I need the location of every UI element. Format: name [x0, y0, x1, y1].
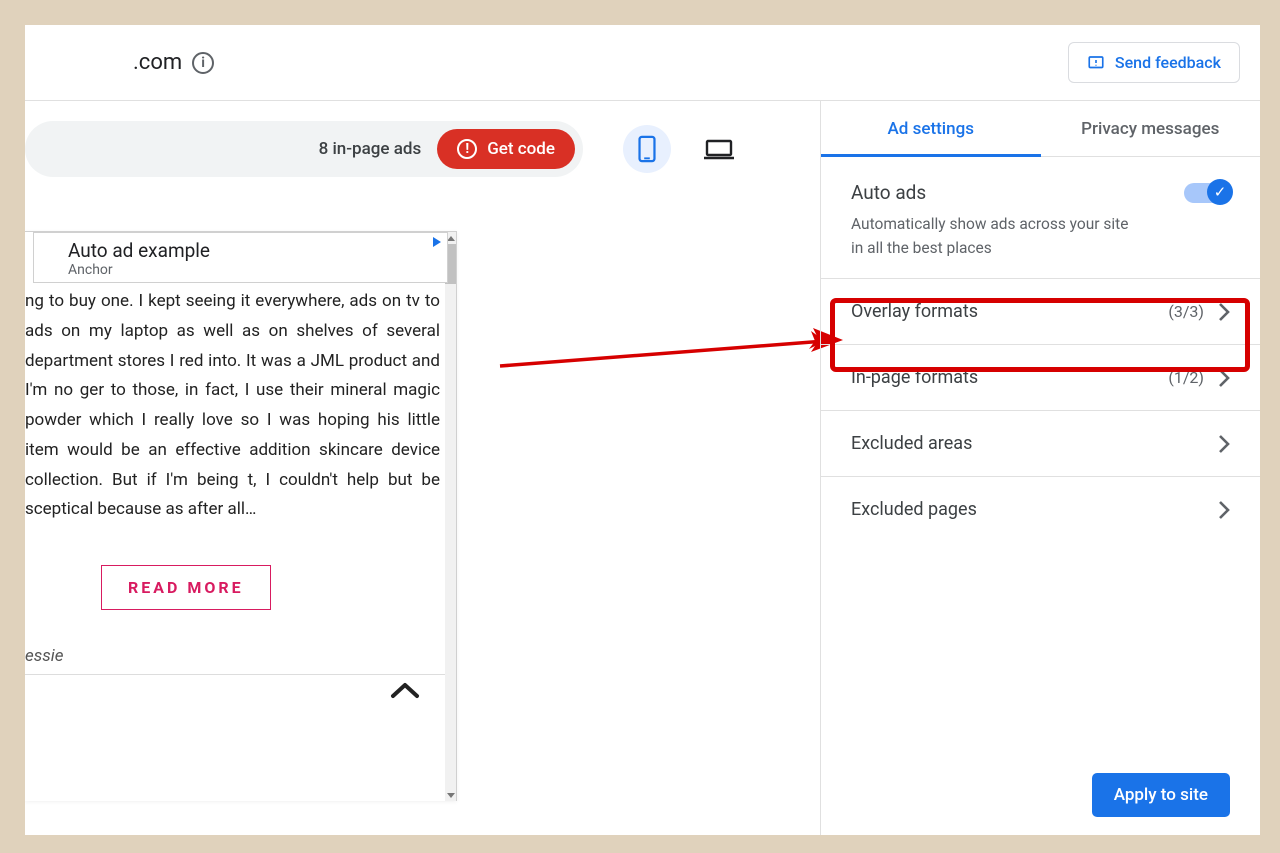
send-feedback-label: Send feedback — [1115, 53, 1221, 72]
mobile-icon — [636, 135, 658, 163]
desktop-device-button[interactable] — [695, 125, 743, 173]
chevron-right-icon — [1218, 302, 1230, 322]
read-more-button[interactable]: READ MORE — [101, 565, 271, 610]
inpage-formats-label: In-page formats — [851, 367, 978, 388]
auto-ads-description: Automatically show ads across your site … — [851, 212, 1141, 260]
get-code-button[interactable]: ! Get code — [437, 129, 575, 169]
settings-panel: Ad settings Privacy messages Auto ads Au… — [820, 101, 1260, 835]
auto-ads-title: Auto ads — [851, 181, 1141, 204]
annotation-arrow — [495, 326, 855, 376]
auto-ads-row: Auto ads Automatically show ads across y… — [821, 157, 1260, 278]
auto-ad-card: Auto ad example Anchor — [33, 232, 448, 283]
settings-tabs: Ad settings Privacy messages — [821, 101, 1260, 157]
inpage-ads-count: 8 in-page ads — [319, 139, 422, 159]
mobile-preview-frame: Auto ad example Anchor ng to buy one. I … — [25, 231, 457, 801]
chevron-right-icon — [1218, 500, 1230, 520]
header-bar: .com i Send feedback — [25, 25, 1260, 101]
auto-ads-toggle[interactable]: ✓ — [1184, 183, 1230, 203]
app-window: .com i Send feedback 8 in-page ads ! Get… — [25, 25, 1260, 835]
chevron-right-icon — [1218, 434, 1230, 454]
tab-privacy-messages[interactable]: Privacy messages — [1041, 101, 1261, 156]
scroll-top-button[interactable] — [390, 673, 420, 706]
device-toggle — [623, 125, 743, 173]
tab-ad-settings[interactable]: Ad settings — [821, 101, 1041, 156]
preview-scrollbar[interactable] — [445, 232, 456, 801]
get-code-label: Get code — [487, 139, 555, 159]
alert-icon: ! — [457, 139, 477, 159]
overlay-formats-item[interactable]: Overlay formats (3/3) — [821, 278, 1260, 344]
site-name: .com i — [133, 50, 214, 75]
apply-to-site-button[interactable]: Apply to site — [1092, 773, 1230, 817]
feedback-icon — [1087, 54, 1105, 72]
inpage-formats-count: (1/2) — [1168, 368, 1204, 387]
overlay-formats-count: (3/3) — [1168, 302, 1204, 321]
info-icon[interactable]: i — [192, 52, 214, 74]
article-author: essie — [25, 646, 456, 666]
mobile-device-button[interactable] — [623, 125, 671, 173]
excluded-areas-item[interactable]: Excluded areas — [821, 410, 1260, 476]
excluded-pages-item[interactable]: Excluded pages — [821, 476, 1260, 542]
ad-example-subtitle: Anchor — [68, 262, 437, 278]
toggle-knob-check-icon: ✓ — [1207, 179, 1233, 205]
excluded-areas-label: Excluded areas — [851, 433, 972, 454]
chevron-up-icon — [390, 681, 420, 699]
main-area: 8 in-page ads ! Get code — [25, 101, 1260, 835]
inpage-formats-item[interactable]: In-page formats (1/2) — [821, 344, 1260, 410]
desktop-icon — [704, 138, 734, 160]
excluded-pages-label: Excluded pages — [851, 499, 977, 520]
chevron-right-icon — [1218, 368, 1230, 388]
article-text: ng to buy one. I kept seeing it everywhe… — [25, 287, 456, 525]
apply-row: Apply to site — [821, 755, 1260, 835]
overlay-formats-label: Overlay formats — [851, 301, 978, 322]
preview-toolbar: 8 in-page ads ! Get code — [25, 101, 820, 177]
send-feedback-button[interactable]: Send feedback — [1068, 42, 1240, 83]
site-domain-text: .com — [133, 50, 182, 75]
toolbar-pill: 8 in-page ads ! Get code — [25, 121, 583, 177]
ad-triangle-icon — [433, 237, 441, 247]
ad-example-title: Auto ad example — [68, 239, 437, 262]
preview-column: 8 in-page ads ! Get code — [25, 101, 820, 835]
